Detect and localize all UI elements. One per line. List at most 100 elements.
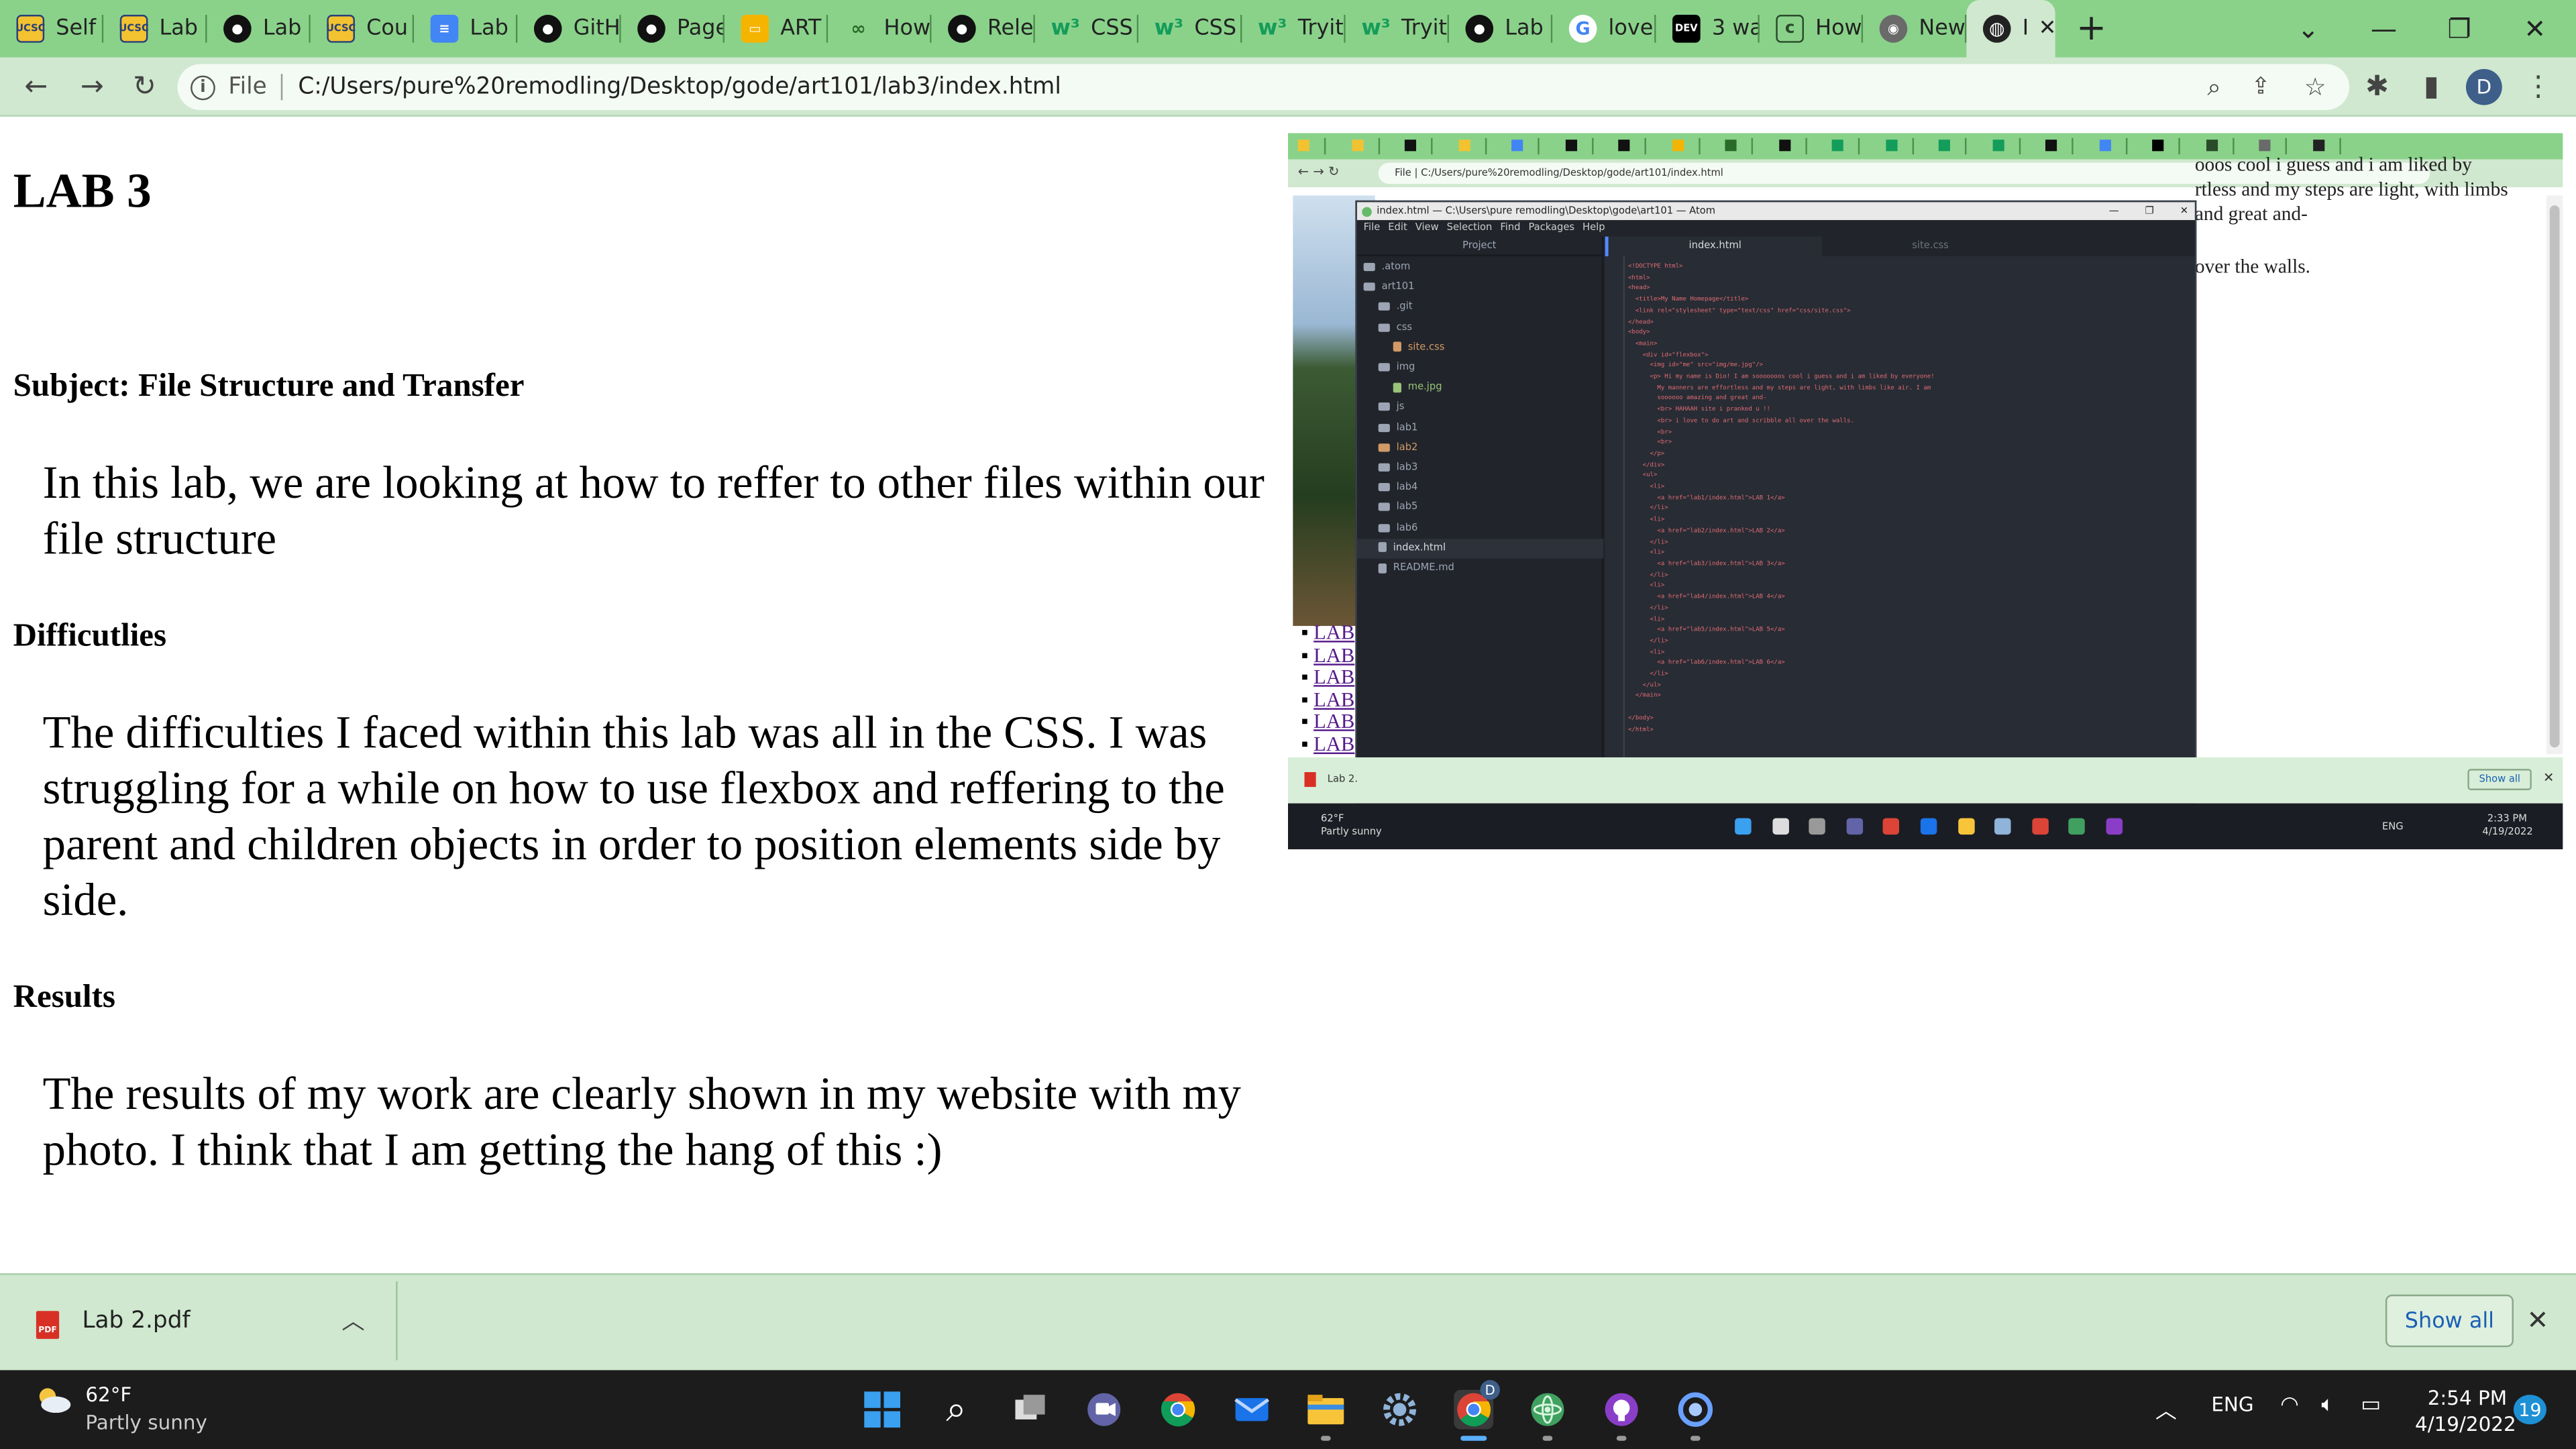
chrome-profile-icon[interactable]: D <box>1454 1380 1500 1430</box>
profile-avatar[interactable]: D <box>2465 68 2502 105</box>
atom-tab-bar: index.html site.css <box>1605 236 2195 257</box>
share-icon[interactable]: ⇪ <box>2251 74 2271 100</box>
atom-project-header: Project <box>1356 237 1602 257</box>
menu-icon[interactable]: ⋮ <box>2517 67 2560 107</box>
github-desktop-icon[interactable] <box>1602 1390 1642 1430</box>
browser-tab[interactable]: ≡ Lab <box>414 0 518 58</box>
screenshot-list-item: ▪ LAB <box>1301 733 1355 756</box>
github-icon: ● <box>637 15 665 43</box>
browser-tab[interactable]: UCSC Self <box>0 0 104 58</box>
tray-chevron-up-icon[interactable]: ︿ <box>2155 1393 2177 1425</box>
restore-button[interactable]: ❐ <box>2422 0 2498 58</box>
chevron-up-icon[interactable]: ︿ <box>341 1304 364 1337</box>
tab-label: How <box>883 16 931 42</box>
weather-cloud-icon[interactable] <box>33 1387 72 1413</box>
tab-label: Page <box>676 16 725 42</box>
screenshot-address-url: C:/Users/pure%20remodling/Desktop/gode/a… <box>1421 167 1723 179</box>
close-tab-icon[interactable]: ✕ <box>2039 16 2055 41</box>
settings-gear-icon[interactable] <box>1380 1390 1419 1430</box>
search-icon[interactable]: ⌕ <box>936 1389 976 1430</box>
tab-label: CSS <box>1194 16 1237 42</box>
folder-icon <box>1363 282 1375 291</box>
browser-tab[interactable]: Glove <box>1552 0 1656 58</box>
zoom-icon[interactable]: ⌕ <box>2207 72 2221 102</box>
forward-icon[interactable]: → <box>70 67 113 107</box>
tab-search-icon[interactable]: ⌄ <box>2270 0 2346 58</box>
screenshot-address-scheme: File <box>1395 167 1411 179</box>
chrome-icon[interactable] <box>1159 1390 1198 1430</box>
atom-menu-bar: File Edit View Selection Find Packages H… <box>1356 220 2195 237</box>
browser-tab[interactable]: w³ CSS <box>1035 0 1139 58</box>
screenshot-tab <box>1508 138 1540 155</box>
clock-date: 4/19/2022 <box>2415 1413 2516 1436</box>
app-icon[interactable] <box>1676 1390 1715 1430</box>
screenshot-bio-line: rtless and my steps are light, with limb… <box>2194 177 2508 201</box>
reload-icon[interactable]: ↻ <box>123 67 166 107</box>
screenshot-weather-temp: 62°F <box>1320 813 1344 825</box>
atom-tree-label: css <box>1396 321 1413 333</box>
screenshot-taskbar-icon <box>1735 818 1752 835</box>
ucsc-icon: UCSC <box>15 15 46 43</box>
screenshot-tab <box>1562 138 1593 155</box>
browser-tab[interactable]: DEV 3 wa <box>1656 0 1760 58</box>
browser-tab[interactable]: ● Rele <box>932 0 1035 58</box>
browser-tab[interactable]: ● GitH <box>517 0 621 58</box>
browser-tab[interactable]: UCSC Cou <box>311 0 415 58</box>
minimize-button[interactable]: — <box>2346 0 2422 58</box>
download-file-name[interactable]: Lab 2.pdf <box>82 1307 190 1334</box>
browser-tab[interactable]: UCSC Lab <box>103 0 207 58</box>
atom-tree-row: lab6 <box>1357 519 1603 538</box>
bookmark-star-icon[interactable]: ☆ <box>2304 72 2326 102</box>
file-icon <box>1393 342 1401 352</box>
browser-tab[interactable]: ● Lab <box>207 0 311 58</box>
volume-icon[interactable]: 🔈︎ <box>2321 1393 2334 1418</box>
atom-tree-row: lab4 <box>1357 478 1603 498</box>
atom-tree-label: lab6 <box>1396 521 1418 533</box>
atom-editor-pane: index.html site.css <!DOCTYPE html> <htm… <box>1605 236 2195 804</box>
file-explorer-icon[interactable] <box>1306 1390 1346 1430</box>
browser-tab[interactable]: ● Lab <box>1449 0 1553 58</box>
difficulties-heading: Difficutlies <box>13 617 167 654</box>
atom-tab-css: site.css <box>1912 239 1949 252</box>
close-window-button[interactable]: ✕ <box>2497 0 2573 58</box>
browser-tab[interactable]: ◉ New <box>1863 0 1967 58</box>
browser-tab[interactable]: c How <box>1760 0 1864 58</box>
wifi-icon[interactable]: ◠ <box>2280 1393 2299 1418</box>
screenshot-list-item: ▪ LAB <box>1301 688 1355 711</box>
browser-tab[interactable]: w³ Tryit <box>1346 0 1450 58</box>
browser-tab[interactable]: w³ Tryit <box>1242 0 1346 58</box>
atom-editor-window: index.html — C:\Users\pure remodling\Des… <box>1355 200 2197 806</box>
globe-icon: ◍ <box>1982 15 2011 43</box>
address-url[interactable]: C:/Users/pure%20remodling/Desktop/gode/a… <box>298 74 1061 100</box>
back-icon[interactable]: ← <box>15 67 58 107</box>
system-clock[interactable]: 2:54 PM 4/19/2022 <box>2415 1385 2516 1437</box>
screenshot-tab <box>1882 138 1913 155</box>
language-indicator[interactable]: ENG <box>2211 1393 2253 1416</box>
windows-start-icon[interactable] <box>863 1390 902 1430</box>
show-all-button[interactable]: Show all <box>2385 1294 2514 1348</box>
teams-chat-icon[interactable] <box>1084 1390 1124 1430</box>
file-icon <box>1378 542 1387 553</box>
browser-tab[interactable]: ● Page <box>621 0 725 58</box>
extensions-icon[interactable]: ✱ <box>2356 67 2399 107</box>
browser-tab[interactable]: ▭ ART <box>724 0 828 58</box>
info-icon[interactable]: i <box>191 74 215 100</box>
side-panel-icon[interactable]: ▮ <box>2410 67 2453 107</box>
folder-icon <box>1378 483 1390 492</box>
notification-badge[interactable]: 19 <box>2513 1395 2546 1425</box>
browser-tab[interactable]: ∞ How <box>828 0 932 58</box>
atom-tree-row: site.css <box>1357 338 1603 358</box>
new-tab-button[interactable]: + <box>2065 0 2117 58</box>
screenshot-lab-list: ▪ LAB ▪ LAB ▪ LAB ▪ LAB ▪ LAB ▪ LAB <box>1301 621 1355 757</box>
address-bar[interactable]: i File C:/Users/pure%20remodling/Desktop… <box>177 64 2350 111</box>
browser-tab[interactable]: w³ CSS <box>1138 0 1242 58</box>
battery-icon[interactable]: ▭ <box>2361 1393 2381 1418</box>
folder-icon <box>1378 363 1390 372</box>
screenshot-taskbar: 62°F Partly sunny ENG 2:33 PM 4/19/2022 <box>1288 803 2563 850</box>
tab-active[interactable]: ◍ I ✕ <box>1966 0 2055 58</box>
close-download-bar-icon[interactable]: ✕ <box>2527 1304 2549 1336</box>
task-view-icon[interactable] <box>1010 1390 1050 1430</box>
atom-app-icon[interactable] <box>1528 1390 1568 1430</box>
mail-icon[interactable] <box>1232 1390 1272 1430</box>
weather-temp: 62°F <box>85 1383 132 1407</box>
